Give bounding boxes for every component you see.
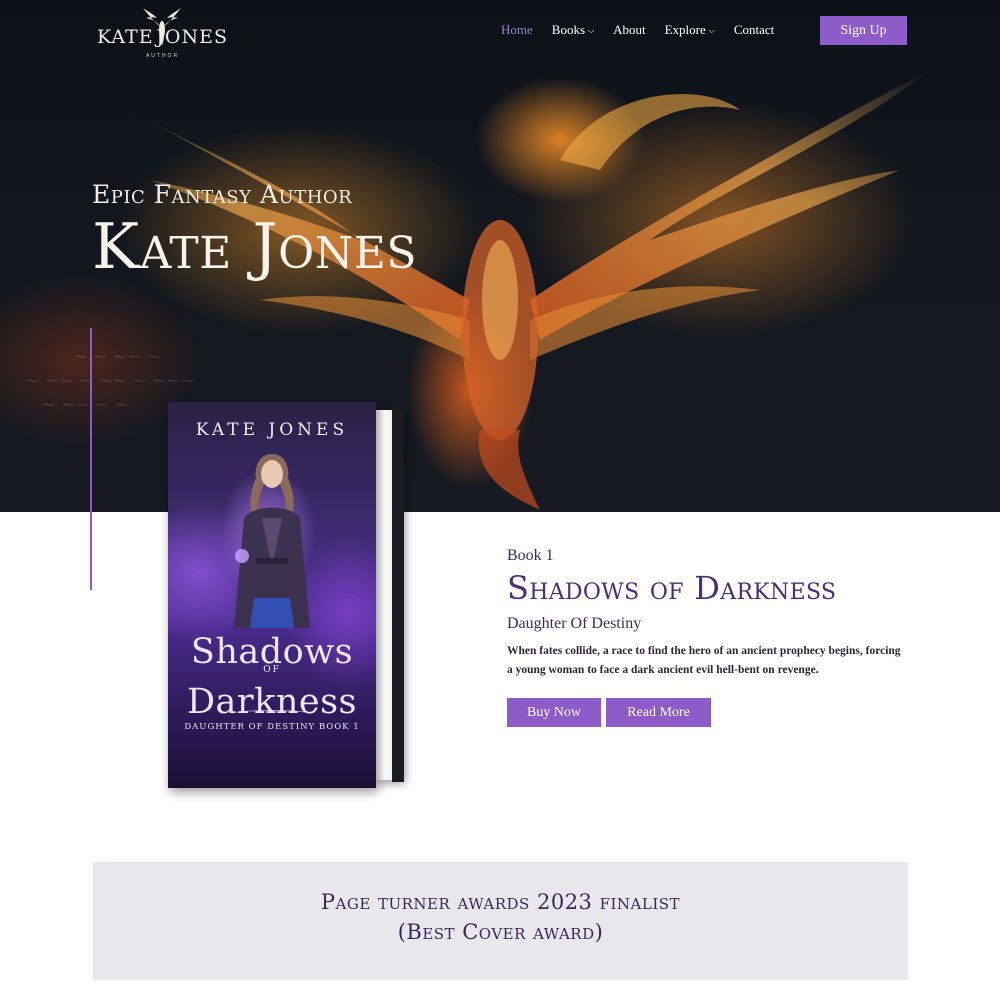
book-title[interactable]: Shadows of Darkness	[507, 569, 836, 607]
cover-title: Shadows Darkness	[168, 634, 376, 720]
nav-home[interactable]: Home	[501, 22, 533, 38]
buy-now-button[interactable]: Buy Now	[507, 698, 601, 727]
nav-contact-label: Contact	[733, 22, 775, 37]
book-number-label: Book 1	[507, 547, 554, 564]
nav-explore[interactable]: Explore ⌵	[665, 22, 715, 38]
nav-about-label: About	[613, 22, 646, 37]
logo-subtext: AUTHOR	[145, 53, 180, 59]
book-series-subtitle: Daughter Of Destiny	[507, 615, 642, 632]
nav-books-label: Books	[551, 22, 586, 37]
cover-author: KATE JONES	[195, 420, 349, 440]
award-line2: (Best Cover award)	[397, 920, 604, 944]
chevron-down-icon: ⌵	[708, 26, 715, 35]
hero-subtitle: Epic Fantasy Author	[92, 180, 353, 209]
nav-about[interactable]: About	[613, 22, 646, 38]
nav-home-label: Home	[501, 22, 533, 37]
book-cover-image[interactable]: KATE JONES Shadows Darkness OF DAUGHTER …	[168, 402, 406, 788]
hero-title: Kate Jones	[92, 210, 418, 283]
cover-ornament	[232, 710, 312, 718]
nav-books[interactable]: Books ⌵	[552, 22, 594, 38]
site-logo[interactable]: KATE JONES AUTHOR	[95, 6, 230, 59]
read-more-button[interactable]: Read More	[606, 698, 711, 727]
signup-button[interactable]: Sign Up	[820, 16, 907, 45]
logo-text-left: KATE	[97, 26, 154, 48]
heroine-illustration	[234, 454, 310, 628]
award-banner: Page turner awards 2023 finalist (Best C…	[93, 862, 908, 980]
award-line1: Page turner awards 2023 finalist	[320, 890, 681, 914]
nav-explore-label: Explore	[664, 22, 706, 37]
book-cover: KATE JONES Shadows Darkness OF DAUGHTER …	[168, 402, 376, 788]
chevron-down-icon: ⌵	[588, 26, 595, 35]
book-spine	[392, 408, 404, 782]
cover-of: OF	[263, 665, 281, 675]
accent-divider	[90, 328, 92, 590]
main-nav: Home Books ⌵ About Explore ⌵ Contact	[501, 22, 793, 38]
nav-contact[interactable]: Contact	[734, 22, 774, 38]
book-description: When fates collide, a race to find the h…	[507, 645, 901, 676]
cover-series: DAUGHTER OF DESTINY BOOK 1	[184, 722, 360, 732]
logo-text-right: JONES	[156, 26, 228, 48]
